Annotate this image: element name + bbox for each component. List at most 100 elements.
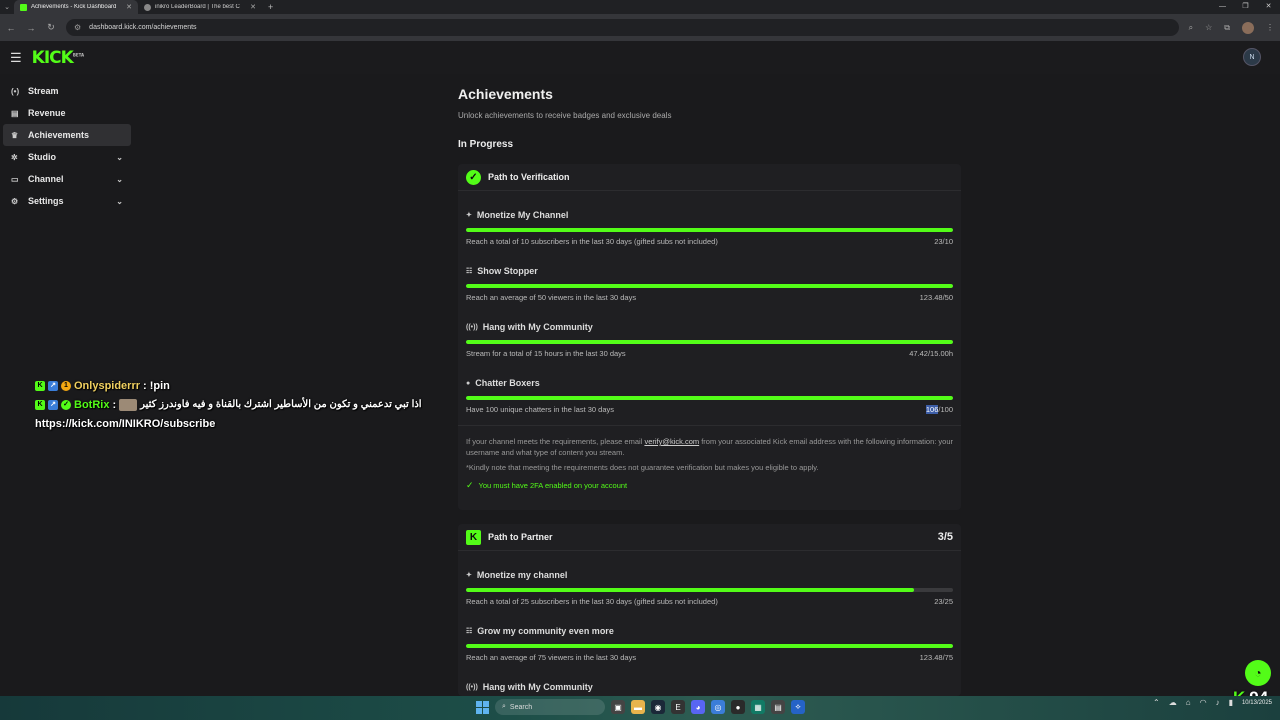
email-link[interactable]: verify@kick.com bbox=[644, 437, 699, 446]
sidebar: (•) Stream ▤ Revenue ♛ Achievements ✲ St… bbox=[0, 80, 135, 212]
verification-note: If your channel meets the requirements, … bbox=[458, 425, 961, 491]
epic-games-icon[interactable]: E bbox=[671, 700, 685, 714]
discord-icon[interactable]: ◕ bbox=[691, 700, 705, 714]
achievement-desc: Stream for a total of 15 hours in the la… bbox=[466, 349, 626, 358]
close-icon[interactable]: ✕ bbox=[126, 3, 132, 11]
chat-link: https://kick.com/INIKRO/subscribe bbox=[35, 414, 435, 433]
broadcast-icon: ((•)) bbox=[466, 683, 478, 691]
beta-tag: BETA bbox=[72, 51, 85, 57]
kick-logo[interactable]: KICKBETA bbox=[32, 48, 84, 68]
screen: ⌄ Achievements - Kick Dashboard ✕ inikro… bbox=[0, 0, 1280, 720]
close-window-icon[interactable]: ✕ bbox=[1257, 0, 1280, 14]
main-content: Achievements Unlock achievements to rece… bbox=[458, 86, 961, 150]
progress-bar bbox=[466, 396, 953, 400]
file-explorer-icon[interactable]: ▬ bbox=[631, 700, 645, 714]
achievement-title: Monetize my channel bbox=[476, 570, 568, 580]
taskbar-apps: ⌕ Search ▣ ▬ ◉ E ◕ ◎ ● ▦ ▤ ⟡ bbox=[476, 699, 805, 715]
user-avatar[interactable]: N bbox=[1243, 48, 1261, 66]
network-icon[interactable]: ⌂ bbox=[1186, 698, 1191, 707]
achievement-desc: Reach a total of 10 subscribers in the l… bbox=[466, 237, 718, 246]
sidebar-item-stream[interactable]: (•) Stream bbox=[3, 80, 131, 102]
verification-card-header: ✓ Path to Verification bbox=[458, 164, 961, 191]
achievement-desc: Reach an average of 50 viewers in the la… bbox=[466, 293, 637, 302]
new-tab-icon[interactable]: + bbox=[262, 2, 279, 12]
broadcast-icon: (•) bbox=[11, 86, 20, 96]
bot-badge-icon: ✓ bbox=[61, 399, 71, 410]
section-in-progress: In Progress bbox=[458, 139, 514, 150]
steam-icon[interactable]: ◉ bbox=[651, 700, 665, 714]
tab-achievements[interactable]: Achievements - Kick Dashboard ✕ bbox=[14, 0, 138, 14]
tab-leaderboard[interactable]: inikro LeaderBoard | The best C ✕ bbox=[138, 0, 262, 14]
emote-icon bbox=[119, 398, 138, 411]
achievement-value: 123.48/50 bbox=[919, 293, 953, 302]
windows-taskbar: ⌕ Search ▣ ▬ ◉ E ◕ ◎ ● ▦ ▤ ⟡ ⌃ ☁ ⌂ ◠ ♪ ▮ … bbox=[0, 696, 1280, 720]
taskbar-search[interactable]: ⌕ Search bbox=[495, 699, 605, 715]
achievement-title: Show Stopper bbox=[477, 266, 538, 276]
revenue-icon: ▤ bbox=[11, 108, 19, 118]
chat-bubble-icon: ◔ bbox=[1254, 666, 1262, 680]
cloud-icon[interactable]: ☁ bbox=[1169, 698, 1177, 707]
minimize-icon[interactable]: — bbox=[1211, 0, 1234, 14]
taskbar-clock[interactable]: 10/13/2025 bbox=[1242, 699, 1272, 707]
broadcast-icon: ((•)) bbox=[466, 323, 478, 331]
viewers-icon: ☷ bbox=[466, 268, 473, 275]
chat-text: !pin bbox=[149, 379, 170, 392]
twofa-requirement: ✓ You must have 2FA enabled on your accou… bbox=[466, 480, 628, 490]
sidebar-item-channel[interactable]: ▭ Channel ⌄ bbox=[3, 168, 131, 190]
sidebar-item-settings[interactable]: ⚙ Settings ⌄ bbox=[3, 190, 131, 212]
address-bar[interactable]: ⚙ dashboard.kick.com/achievements bbox=[66, 19, 1179, 36]
sidebar-item-studio[interactable]: ✲ Studio ⌄ bbox=[3, 146, 131, 168]
terminal-icon[interactable]: ▤ bbox=[771, 700, 785, 714]
reload-icon[interactable]: ↻ bbox=[46, 22, 56, 33]
page-subtitle: Unlock achievements to receive badges an… bbox=[458, 111, 672, 120]
achievement-value: 106/100 bbox=[925, 405, 953, 414]
help-chat-button[interactable]: ◔ bbox=[1245, 660, 1271, 686]
vscode-icon[interactable]: ⟡ bbox=[791, 700, 805, 714]
sparkle-icon: ✦ bbox=[466, 212, 472, 219]
close-icon[interactable]: ✕ bbox=[250, 3, 256, 11]
menu-kebab-icon[interactable]: ⋮ bbox=[1266, 23, 1274, 32]
achievement-chatter-boxers: ● Chatter Boxers Have 100 unique chatters… bbox=[458, 359, 961, 415]
zoom-icon[interactable]: ⌕ bbox=[1189, 23, 1193, 33]
chat-link-text: https://kick.com/INIKRO/subscribe bbox=[35, 417, 216, 430]
wifi-icon[interactable]: ◠ bbox=[1200, 698, 1207, 707]
achievement-value: 23/25 bbox=[934, 597, 953, 606]
sidebar-item-achievements[interactable]: ♛ Achievements bbox=[3, 124, 131, 146]
chevron-down-icon[interactable]: ⌄ bbox=[116, 175, 123, 184]
kick-badge-icon: K bbox=[35, 399, 45, 410]
extensions-icon[interactable]: ⧉ bbox=[1224, 23, 1230, 33]
windows-start-icon[interactable] bbox=[476, 700, 489, 714]
verified-badge-icon: ↗ bbox=[48, 399, 58, 410]
chevron-down-icon[interactable]: ⌄ bbox=[116, 153, 123, 162]
forward-icon[interactable]: → bbox=[26, 23, 36, 33]
tab-search-icon[interactable]: ⌄ bbox=[0, 3, 14, 11]
chevron-down-icon[interactable]: ⌄ bbox=[116, 197, 123, 206]
url-text: dashboard.kick.com/achievements bbox=[89, 24, 197, 31]
bookmark-star-icon[interactable]: ☆ bbox=[1205, 23, 1212, 32]
toolbar-right: ⌕ ☆ ⧉ ⋮ bbox=[1189, 21, 1274, 34]
progress-bar bbox=[466, 340, 953, 344]
achievement-value: 47.42/15.00h bbox=[909, 349, 953, 358]
hamburger-menu-icon[interactable]: ☰ bbox=[10, 50, 22, 66]
progress-fill bbox=[466, 284, 953, 288]
chrome-icon[interactable]: ◎ bbox=[711, 700, 725, 714]
sidebar-item-revenue[interactable]: ▤ Revenue bbox=[3, 102, 131, 124]
volume-icon[interactable]: ♪ bbox=[1216, 698, 1220, 707]
chat-message: K ↗ 1 Onlyspiderrr : !pin bbox=[35, 376, 435, 395]
kick-badge-icon: K bbox=[35, 380, 45, 391]
chat-overlay: K ↗ 1 Onlyspiderrr : !pin K ↗ ✓ BotRix :… bbox=[35, 376, 435, 433]
profile-avatar[interactable] bbox=[1242, 21, 1254, 34]
task-view-icon[interactable]: ▣ bbox=[611, 700, 625, 714]
back-icon[interactable]: ← bbox=[6, 23, 16, 33]
app-icon[interactable]: ▦ bbox=[751, 700, 765, 714]
maximize-icon[interactable]: ❐ bbox=[1234, 0, 1257, 14]
obs-icon[interactable]: ● bbox=[731, 700, 745, 714]
site-info-icon[interactable]: ⚙ bbox=[74, 23, 81, 32]
chat-bubble-icon: ● bbox=[466, 379, 471, 387]
browser-toolbar: ← → ↻ ⚙ dashboard.kick.com/achievements … bbox=[0, 14, 1280, 41]
selected-text: 106 bbox=[925, 405, 939, 414]
achievement-desc: Have 100 unique chatters in the last 30 … bbox=[466, 405, 615, 414]
battery-icon[interactable]: ▮ bbox=[1229, 698, 1233, 707]
chat-separator: : bbox=[143, 379, 147, 392]
tray-chevron-icon[interactable]: ⌃ bbox=[1153, 698, 1160, 707]
